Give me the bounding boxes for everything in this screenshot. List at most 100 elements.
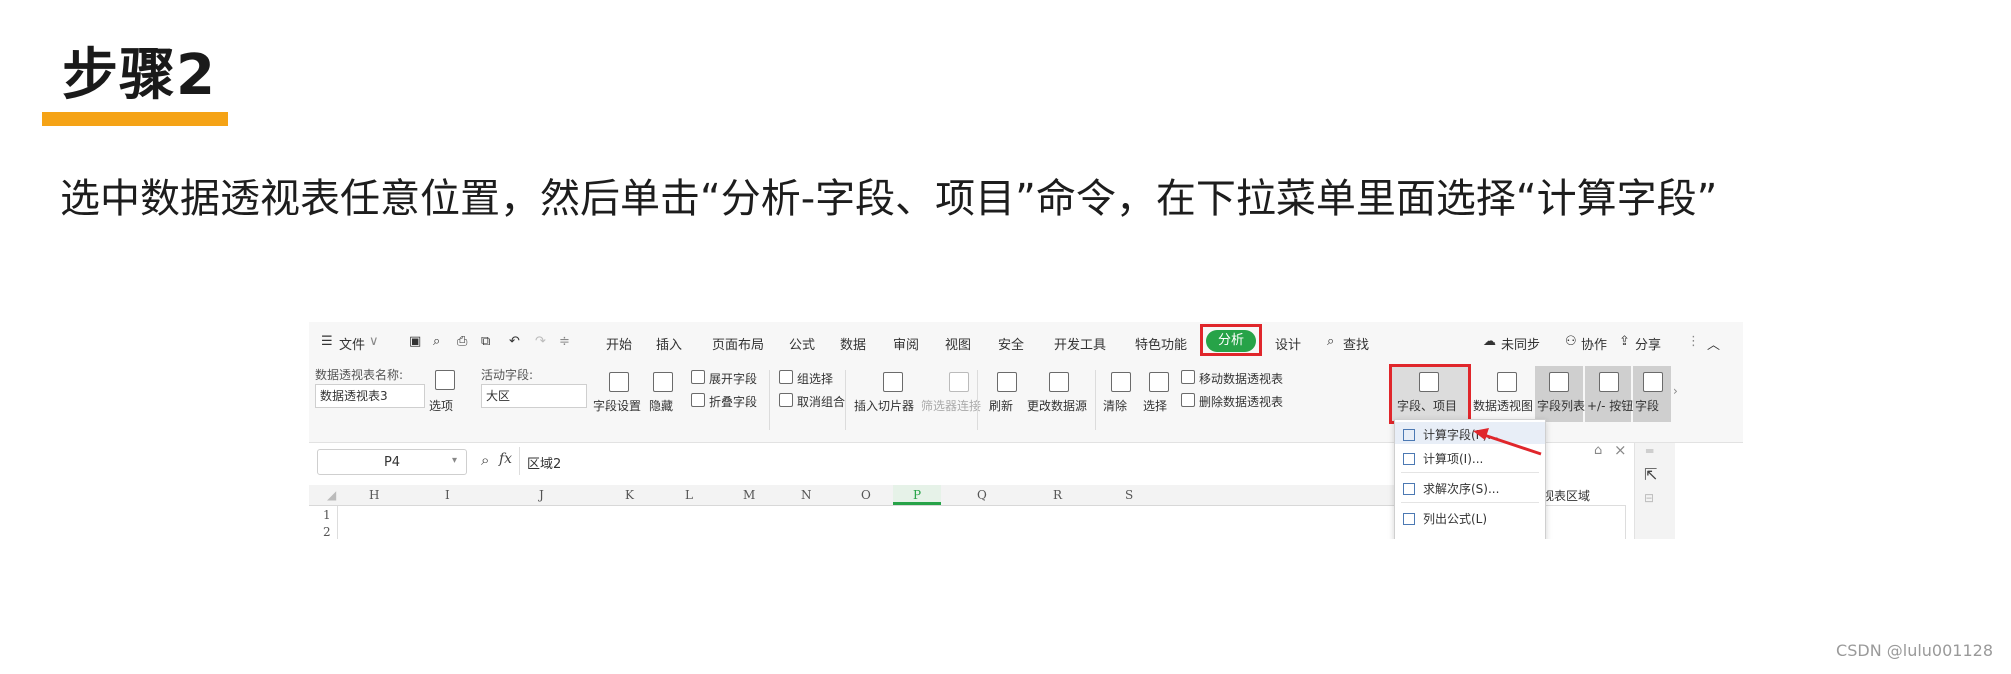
tab-page-layout[interactable]: 页面布局 bbox=[712, 334, 764, 353]
close-icon[interactable]: × bbox=[1614, 441, 1627, 459]
change-source-button[interactable]: 更改数据源 bbox=[1027, 397, 1087, 414]
delete-pivot-icon[interactable] bbox=[1181, 393, 1195, 407]
expand-field-button[interactable]: 展开字段 bbox=[709, 370, 757, 387]
tab-data[interactable]: 数据 bbox=[840, 334, 866, 353]
collab-button[interactable]: 协作 bbox=[1581, 334, 1607, 353]
row-header[interactable]: 1 bbox=[323, 508, 331, 522]
zoom-icon[interactable]: ⌕ bbox=[481, 451, 489, 469]
more-icon[interactable]: ≑ bbox=[559, 334, 570, 349]
field-header-icon[interactable] bbox=[1643, 372, 1663, 392]
tab-review[interactable]: 审阅 bbox=[893, 334, 919, 353]
column-header-selected[interactable]: P bbox=[913, 488, 921, 502]
tab-start[interactable]: 开始 bbox=[606, 334, 632, 353]
collab-icon[interactable]: ⚇ bbox=[1565, 334, 1577, 349]
tab-features[interactable]: 特色功能 bbox=[1135, 334, 1187, 353]
field-header-button[interactable]: 字段 bbox=[1635, 397, 1659, 414]
filter-connection-button[interactable]: 筛选器连接 bbox=[921, 397, 981, 414]
select-icon[interactable] bbox=[1149, 372, 1169, 392]
tab-view[interactable]: 视图 bbox=[945, 334, 971, 353]
column-header[interactable]: L bbox=[685, 488, 693, 502]
collapse-field-button[interactable]: 折叠字段 bbox=[709, 393, 757, 410]
select-button[interactable]: 选择 bbox=[1143, 397, 1167, 414]
cursor-icon[interactable]: ⇱ bbox=[1644, 465, 1657, 484]
expand-field-icon[interactable] bbox=[691, 370, 705, 384]
sync-status[interactable]: 未同步 bbox=[1501, 334, 1540, 353]
print-preview-icon[interactable]: ⧉ bbox=[481, 334, 490, 349]
tab-formula[interactable]: 公式 bbox=[789, 334, 815, 353]
group-select-button[interactable]: 组选择 bbox=[797, 370, 833, 387]
ribbon-scroll-right-icon[interactable]: › bbox=[1673, 384, 1678, 398]
more-options-icon[interactable]: ⋮ bbox=[1687, 334, 1700, 349]
pivot-chart-button[interactable]: 数据透视图 bbox=[1473, 397, 1533, 414]
collapse-ribbon-icon[interactable]: ︿ bbox=[1707, 334, 1720, 353]
name-box[interactable]: P4 bbox=[317, 449, 467, 475]
tab-analyze[interactable]: 分析 bbox=[1206, 330, 1256, 352]
column-header[interactable]: Q bbox=[977, 488, 987, 502]
refresh-button[interactable]: 刷新 bbox=[989, 397, 1013, 414]
pivot-name-input[interactable]: 数据透视表3 bbox=[315, 384, 425, 408]
move-pivot-button[interactable]: 移动数据透视表 bbox=[1199, 370, 1283, 387]
chevron-down-icon[interactable]: ∨ bbox=[369, 334, 379, 349]
share-button[interactable]: 分享 bbox=[1635, 334, 1661, 353]
field-list-icon[interactable] bbox=[1549, 372, 1569, 392]
column-header[interactable]: S bbox=[1125, 488, 1133, 502]
column-header[interactable]: O bbox=[861, 488, 871, 502]
namebox-dropdown-icon[interactable]: ▾ bbox=[452, 455, 457, 466]
tab-developer[interactable]: 开发工具 bbox=[1054, 334, 1106, 353]
ungroup-icon[interactable] bbox=[779, 393, 793, 407]
redo-icon[interactable]: ↷ bbox=[535, 334, 546, 349]
column-header[interactable]: N bbox=[801, 488, 812, 502]
file-menu[interactable]: 文件 bbox=[339, 334, 365, 353]
tab-security[interactable]: 安全 bbox=[998, 334, 1024, 353]
insert-slicer-button[interactable]: 插入切片器 bbox=[854, 397, 914, 414]
column-header[interactable]: J bbox=[539, 488, 544, 502]
column-header[interactable]: H bbox=[369, 488, 379, 502]
plus-minus-button[interactable]: +/- 按钮 bbox=[1587, 397, 1633, 414]
menu-item-solve-order[interactable]: 求解次序(S)... bbox=[1403, 480, 1499, 497]
hamburger-icon[interactable]: ☰ bbox=[321, 334, 333, 349]
hide-icon[interactable] bbox=[653, 372, 673, 392]
field-settings-button[interactable]: 字段设置 bbox=[593, 397, 641, 414]
search-icon[interactable]: ⌕ bbox=[1327, 334, 1334, 349]
tab-insert[interactable]: 插入 bbox=[656, 334, 682, 353]
group-select-icon[interactable] bbox=[779, 370, 793, 384]
column-header[interactable]: M bbox=[743, 488, 755, 502]
move-pivot-icon[interactable] bbox=[1181, 370, 1195, 384]
collapse-field-icon[interactable] bbox=[691, 393, 705, 407]
undo-icon[interactable]: ↶ bbox=[509, 334, 520, 349]
column-header[interactable]: R bbox=[1053, 488, 1062, 502]
filter-connection-icon[interactable] bbox=[949, 372, 969, 392]
select-all-corner[interactable]: ◢ bbox=[327, 488, 336, 502]
lock-icon[interactable]: ⌂ bbox=[1594, 443, 1602, 458]
active-field-input[interactable]: 大区 bbox=[481, 384, 587, 408]
side-tool-icon[interactable]: ⊟ bbox=[1644, 491, 1654, 505]
plus-minus-icon[interactable] bbox=[1599, 372, 1619, 392]
save-icon[interactable]: ▣ bbox=[409, 334, 421, 349]
options-icon[interactable] bbox=[435, 370, 455, 390]
fields-items-button[interactable]: 字段、项目 bbox=[1397, 397, 1457, 414]
options-button[interactable]: 选项 bbox=[429, 397, 453, 414]
search-label[interactable]: 查找 bbox=[1343, 334, 1369, 353]
format-painter-icon[interactable]: ⌕ bbox=[433, 334, 440, 349]
menu-item-list-formulas[interactable]: 列出公式(L) bbox=[1403, 510, 1487, 527]
clear-button[interactable]: 清除 bbox=[1103, 397, 1127, 414]
insert-slicer-icon[interactable] bbox=[883, 372, 903, 392]
refresh-icon[interactable] bbox=[997, 372, 1017, 392]
row-header[interactable]: 2 bbox=[323, 525, 331, 539]
formula-input[interactable]: 区域2 bbox=[527, 453, 561, 472]
tab-design[interactable]: 设计 bbox=[1275, 334, 1301, 353]
hide-button[interactable]: 隐藏 bbox=[649, 397, 673, 414]
ungroup-button[interactable]: 取消组合 bbox=[797, 393, 845, 410]
fields-items-icon[interactable] bbox=[1419, 372, 1439, 392]
column-header[interactable]: K bbox=[625, 488, 634, 502]
column-header[interactable]: I bbox=[445, 488, 450, 502]
clear-icon[interactable] bbox=[1111, 372, 1131, 392]
delete-pivot-button[interactable]: 删除数据透视表 bbox=[1199, 393, 1283, 410]
field-list-button[interactable]: 字段列表 bbox=[1537, 397, 1585, 414]
share-icon[interactable]: ⇪ bbox=[1619, 334, 1630, 349]
fx-label[interactable]: fx bbox=[499, 451, 512, 467]
cloud-icon[interactable]: ☁ bbox=[1483, 334, 1496, 349]
change-source-icon[interactable] bbox=[1049, 372, 1069, 392]
pivot-chart-icon[interactable] bbox=[1497, 372, 1517, 392]
print-icon[interactable]: ⎙ bbox=[457, 334, 467, 349]
